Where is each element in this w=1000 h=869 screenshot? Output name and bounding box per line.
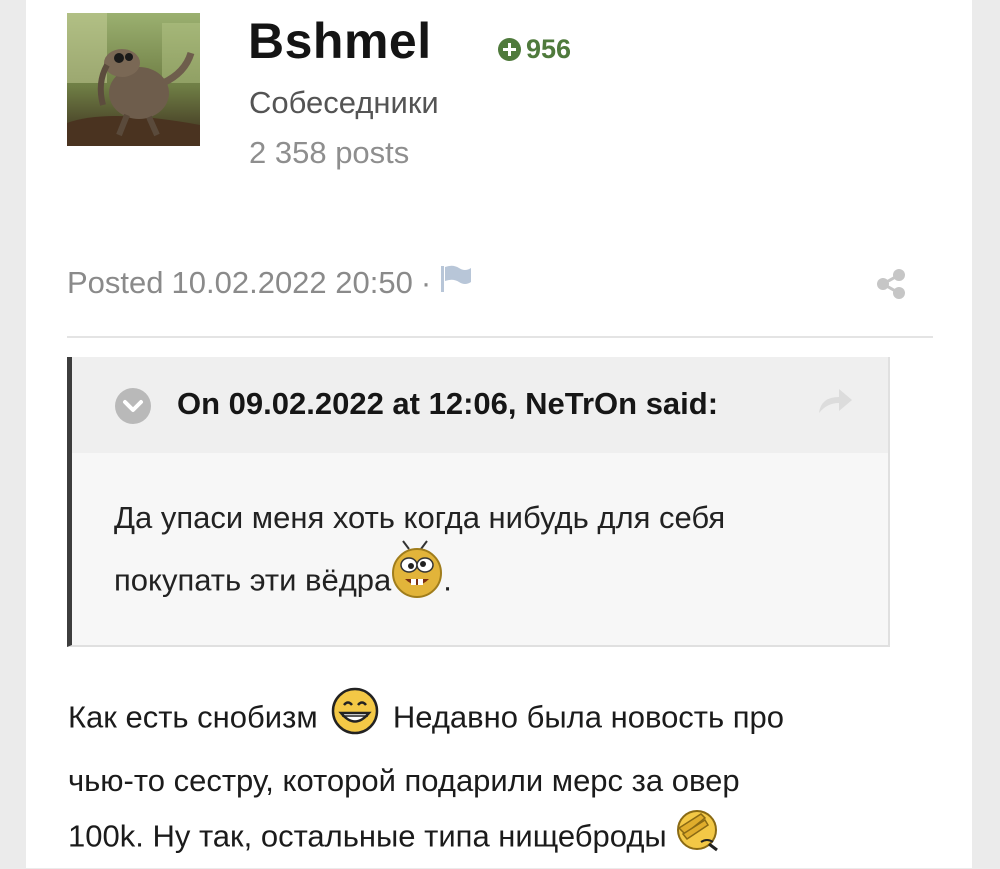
post-text: Как есть снобизм [68, 699, 318, 735]
post-line: 100k. Ну так, остальные типа нищеброды [68, 808, 888, 869]
chevron-down-icon[interactable] [114, 387, 152, 425]
post-count: 2 358 posts [249, 135, 410, 170]
reputation-badge[interactable]: 956 [498, 34, 571, 65]
quote-line: покупать эти вёдра . [114, 540, 854, 618]
posted-label: Posted [67, 265, 164, 300]
post-meta: Posted 10.02.2022 20:50 · [67, 264, 473, 302]
post-text: Недавно была новость про [392, 699, 785, 735]
author-name[interactable]: Bshmel [248, 12, 432, 70]
meta-separator: · [420, 265, 432, 300]
flag-icon[interactable] [439, 264, 473, 302]
quote-line: Да упаси меня хоть когда нибудь для себя [114, 500, 726, 535]
plus-icon [498, 38, 521, 61]
quote-line-text: покупать эти вёдра [114, 562, 392, 598]
goofy-smiley-icon [391, 540, 443, 618]
post-date[interactable]: 10.02.2022 20:50 [172, 265, 413, 301]
post-line: чью-то сестру, которой подарили мерс за … [68, 763, 740, 798]
divider [67, 336, 933, 338]
quote-block: On 09.02.2022 at 12:06, NeTrOn said: Да … [67, 357, 890, 647]
post-container: Bshmel 956 Собеседники 2 358 posts Poste… [26, 0, 972, 868]
facepalm-icon [675, 808, 719, 869]
avatar[interactable] [67, 13, 200, 146]
post-line: Как есть снобизм Недавно была новость пр… [68, 686, 888, 753]
share-icon[interactable] [875, 268, 907, 300]
quote-header: On 09.02.2022 at 12:06, NeTrOn said: [72, 357, 888, 453]
post-text: 100k. Ну так, остальные типа нищеброды [68, 818, 667, 854]
jump-to-quote-icon[interactable] [815, 385, 855, 417]
post-content: Как есть снобизм Недавно была новость пр… [68, 686, 888, 869]
quote-text: Да упаси меня хоть когда нибудь для себя… [114, 489, 854, 618]
member-group: Собеседники [249, 85, 439, 120]
quote-citation[interactable]: On 09.02.2022 at 12:06, NeTrOn said: [177, 386, 718, 422]
grin-icon [326, 686, 384, 753]
quote-line-end: . [443, 562, 452, 598]
reputation-count: 956 [526, 34, 572, 64]
